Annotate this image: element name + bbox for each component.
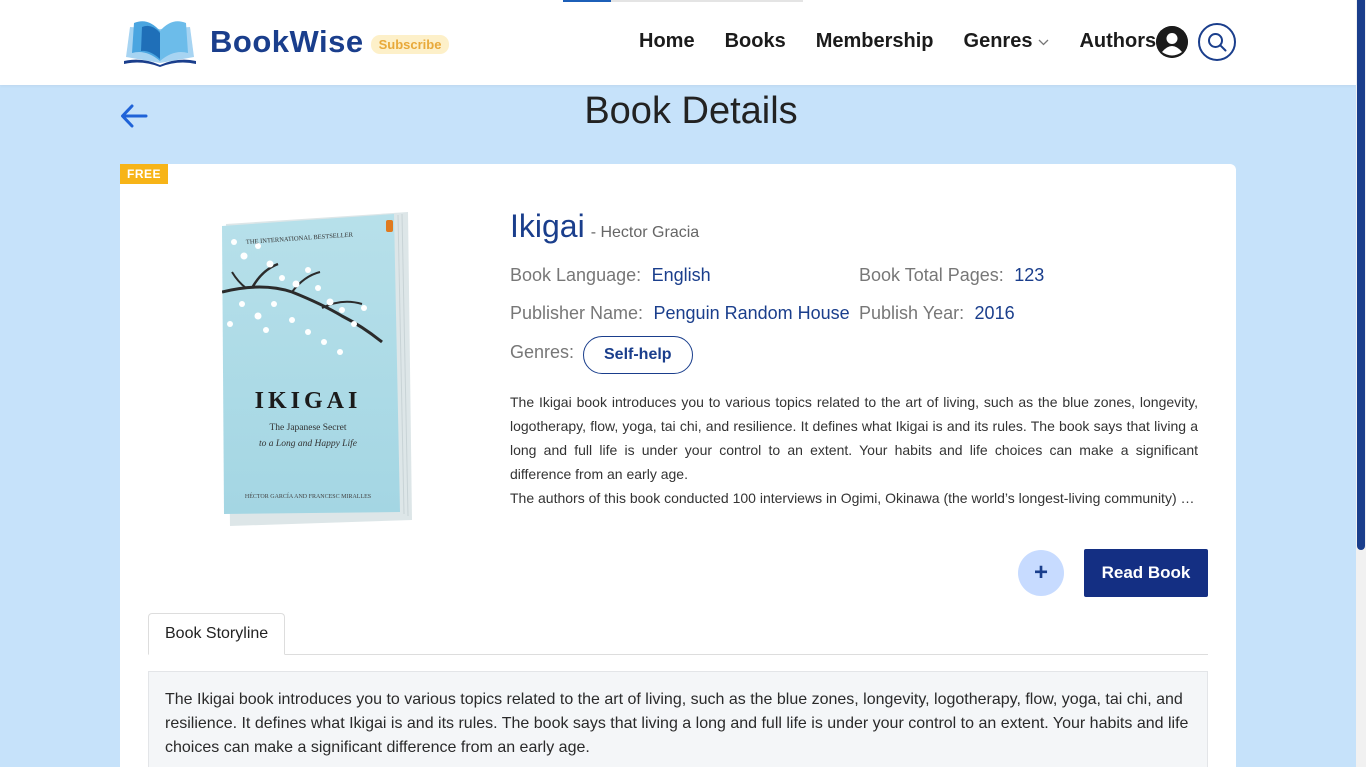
storyline-panel: The Ikigai book introduces you to variou… — [148, 671, 1208, 767]
search-icon — [1208, 33, 1227, 52]
tab-book-storyline[interactable]: Book Storyline — [148, 613, 286, 655]
page-progress-fill — [563, 0, 611, 2]
book-description-p1: The Ikigai book introduces you to variou… — [510, 394, 1198, 482]
book-description-p2: The authors of this book conducted 100 i… — [510, 490, 1198, 506]
book-pages-label: Book Total Pages: — [859, 265, 1004, 285]
page-progress-bar — [563, 0, 803, 2]
nav-item-membership[interactable]: Membership — [816, 30, 934, 53]
nav-item-books[interactable]: Books — [725, 30, 786, 53]
user-account-icon[interactable] — [1156, 26, 1188, 58]
svg-text:IKIGAI: IKIGAI — [255, 388, 362, 414]
chevron-down-icon — [1038, 35, 1049, 49]
publisher-label: Publisher Name: — [510, 303, 644, 323]
nav-item-home[interactable]: Home — [639, 30, 695, 53]
publish-year-label: Publish Year: — [859, 303, 965, 323]
genres-label: Genres: — [510, 342, 575, 362]
nav-item-genres-label: Genres — [963, 30, 1033, 52]
top-navbar: BookWise Subscribe Home Books Membership… — [0, 0, 1356, 85]
book-language-label: Book Language: — [510, 265, 642, 285]
add-to-list-button[interactable]: + — [1018, 550, 1064, 596]
book-tabs: Book Storyline — [148, 613, 1208, 655]
book-language-row: Book Language: English — [510, 265, 711, 286]
read-book-button[interactable]: Read Book — [1084, 549, 1208, 597]
publisher-value: Penguin Random House — [653, 303, 850, 323]
publisher-row: Publisher Name: Penguin Random House — [510, 303, 850, 324]
book-header: Ikigai - Hector Gracia — [510, 208, 1200, 245]
brand-logo-link[interactable]: BookWise Subscribe — [122, 17, 450, 67]
book-cover-image: THE INTERNATIONAL BESTSELLER IKIGAI The … — [221, 212, 412, 526]
main-nav: Home Books Membership Genres Authors — [639, 30, 1172, 53]
book-pages-value: 123 — [1014, 265, 1045, 285]
book-author[interactable]: - Hector Gracia — [591, 224, 699, 242]
genres-label-row: Genres: — [510, 342, 574, 363]
book-description: The Ikigai book introduces you to variou… — [510, 390, 1198, 510]
page-scrollbar[interactable] — [1356, 0, 1366, 767]
book-pages-row: Book Total Pages: 123 — [859, 265, 1044, 286]
svg-text:The Japanese Secret: The Japanese Secret — [269, 423, 346, 433]
free-badge: FREE — [120, 164, 169, 184]
nav-item-genres[interactable]: Genres — [964, 30, 1050, 53]
book-title: Ikigai — [510, 208, 585, 244]
book-language-value: English — [651, 265, 711, 285]
page-title: Book Details — [584, 90, 798, 132]
storyline-text: The Ikigai book introduces you to variou… — [165, 691, 1189, 756]
nav-item-authors[interactable]: Authors — [1079, 30, 1156, 53]
svg-text:HÉCTOR GARCÍA AND FRANCESC MIR: HÉCTOR GARCÍA AND FRANCESC MIRALLES — [245, 492, 371, 500]
page-scrollbar-thumb[interactable] — [1357, 0, 1365, 550]
subscribe-badge[interactable]: Subscribe — [370, 35, 450, 54]
genre-pill-self-help[interactable]: Self-help — [583, 336, 693, 374]
brand-name: BookWise — [210, 24, 364, 59]
svg-text:to a Long and Happy Life: to a Long and Happy Life — [259, 438, 357, 449]
publish-year-row: Publish Year: 2016 — [859, 303, 1015, 324]
publish-year-value: 2016 — [974, 303, 1015, 323]
open-book-logo-icon — [124, 21, 196, 67]
search-button[interactable] — [1198, 23, 1236, 61]
